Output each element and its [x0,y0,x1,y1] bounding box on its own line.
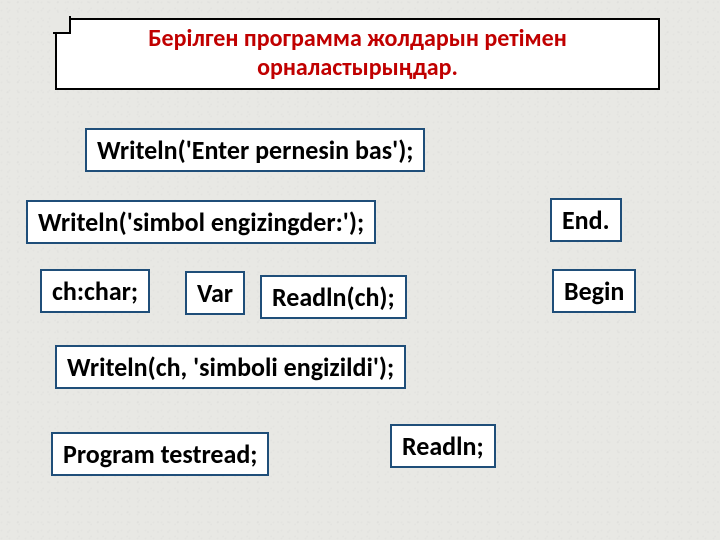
title-corner-notch [53,16,71,34]
title-text: Берілген программа жолдарын ретімен орна… [77,25,638,83]
code-block-readln-ch[interactable]: Readln(ch); [260,275,407,319]
code-block-chchar[interactable]: ch:char; [40,269,150,313]
code-block-end[interactable]: End. [550,198,622,242]
title-container: Берілген программа жолдарын ретімен орна… [55,18,660,90]
code-block-begin[interactable]: Begin [552,269,636,313]
code-block-program[interactable]: Program testread; [51,432,269,476]
code-block-readln[interactable]: Readln; [390,424,496,468]
code-block-writeln-enter[interactable]: Writeln('Enter pernesin bas'); [85,128,425,172]
code-block-writeln-simbol[interactable]: Writeln('simbol engizingder:'); [26,200,376,244]
code-block-writeln-ch[interactable]: Writeln(ch, 'simboli engizildi'); [55,345,406,389]
code-block-var[interactable]: Var [185,271,245,315]
